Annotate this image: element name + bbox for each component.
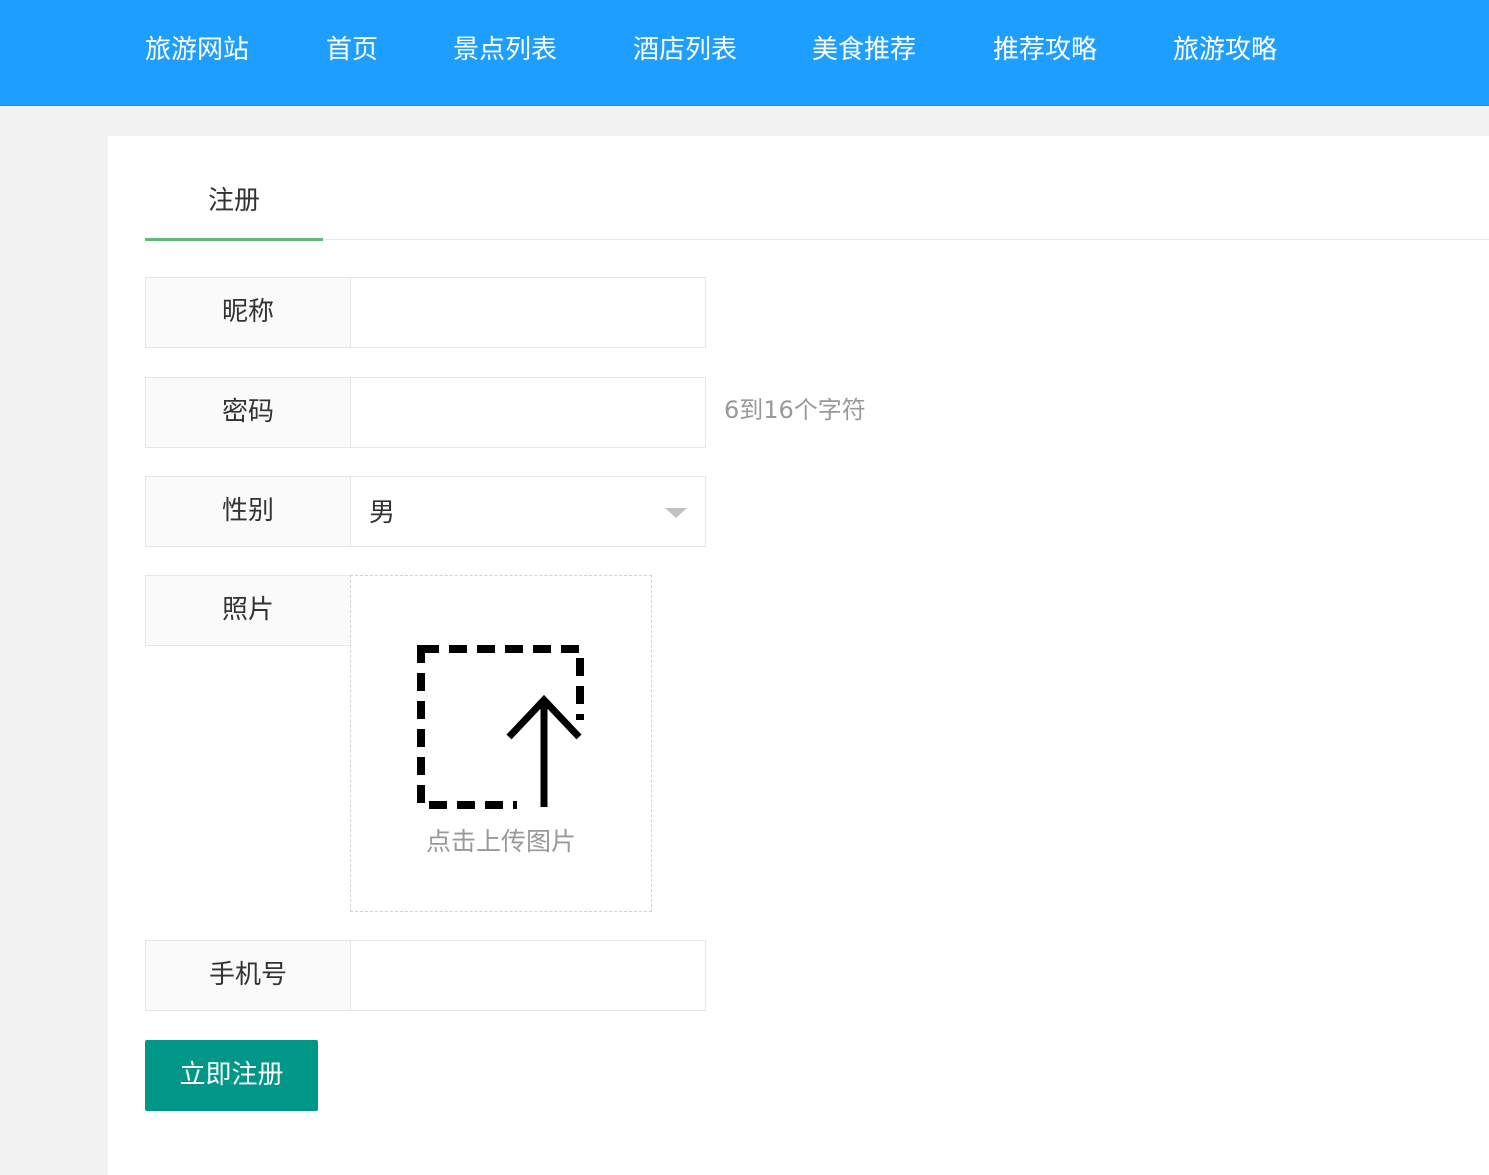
chevron-down-icon: [665, 508, 687, 518]
phone-label: 手机号: [145, 940, 351, 1011]
password-input[interactable]: [350, 377, 706, 448]
upload-text: 点击上传图片: [425, 827, 576, 856]
nav-attractions[interactable]: 景点列表: [453, 30, 557, 70]
nav-hotels[interactable]: 酒店列表: [633, 30, 737, 70]
nickname-input[interactable]: [350, 277, 706, 348]
photo-upload-area[interactable]: 点击上传图片: [350, 575, 652, 912]
photo-label: 照片: [145, 575, 351, 646]
password-label: 密码: [145, 377, 351, 448]
gender-selected-value: 男: [369, 498, 396, 528]
nickname-label: 昵称: [145, 277, 351, 348]
password-hint: 6到16个字符: [724, 396, 866, 424]
nav-travel-guides[interactable]: 旅游攻略: [1173, 30, 1277, 70]
nav-food[interactable]: 美食推荐: [812, 30, 916, 70]
upload-icon: [417, 645, 587, 810]
tab-divider: [145, 239, 1489, 240]
tab-register[interactable]: 注册: [145, 180, 323, 241]
gender-select[interactable]: 男: [350, 476, 706, 547]
gender-label: 性别: [145, 476, 351, 547]
top-navbar: 旅游网站 首页 景点列表 酒店列表 美食推荐 推荐攻略 旅游攻略: [0, 0, 1489, 106]
register-submit-button[interactable]: 立即注册: [145, 1040, 318, 1111]
nav-recommended-guides[interactable]: 推荐攻略: [993, 30, 1097, 70]
brand-link[interactable]: 旅游网站: [145, 30, 249, 70]
phone-input[interactable]: [350, 940, 706, 1011]
nav-home[interactable]: 首页: [326, 30, 378, 70]
